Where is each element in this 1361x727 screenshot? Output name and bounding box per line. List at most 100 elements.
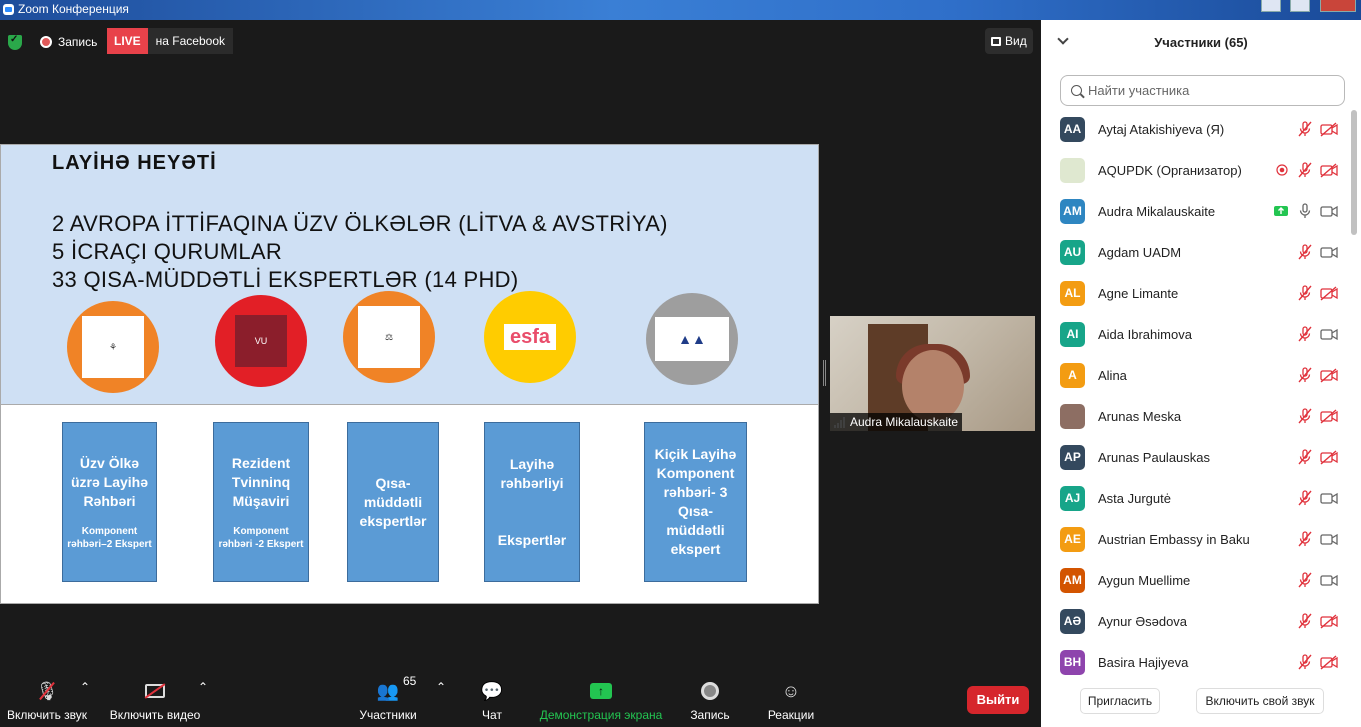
participant-row[interactable]: BH Basira Hajiyeva xyxy=(1041,642,1349,676)
slide-line: 5 İCRAÇI QURUMLAR xyxy=(52,239,283,264)
panel-scrollbar[interactable] xyxy=(1351,110,1357,235)
mic-muted-icon xyxy=(1297,613,1313,629)
participants-panel: Участники (65) Найти участника AA Aytaj A… xyxy=(1041,20,1361,727)
unmute-label: Включить звук xyxy=(6,708,88,722)
participant-avatar: AI xyxy=(1060,322,1085,347)
mic-muted-icon xyxy=(1297,121,1313,137)
video-icon xyxy=(1320,531,1338,547)
role-box: Layihə rəhbərliyi Ekspertlər xyxy=(484,422,580,582)
participant-avatar: AP xyxy=(1060,445,1085,470)
participant-row[interactable]: AI Aida Ibrahimova xyxy=(1041,314,1349,355)
split-resize-handle[interactable] xyxy=(823,360,826,386)
participant-row[interactable]: AU Agdam UADM xyxy=(1041,232,1349,273)
participant-avatar: AM xyxy=(1060,568,1085,593)
participant-avatar: AM xyxy=(1060,199,1085,224)
live-stream-indicator[interactable]: LIVE на Facebook xyxy=(107,28,234,54)
participant-row[interactable]: A Alina xyxy=(1041,355,1349,396)
participant-name: Asta Jurgutė xyxy=(1098,491,1171,506)
role-title: Üzv Ölkə üzrə Layihə Rəhbəri xyxy=(70,454,149,509)
reactions-label: Реакции xyxy=(767,708,815,722)
video-icon xyxy=(1320,203,1338,219)
audio-options-chevron-icon[interactable]: ⌃ xyxy=(80,680,90,694)
video-off-icon xyxy=(144,680,166,702)
participant-name: Aida Ibrahimova xyxy=(1098,327,1192,342)
mic-muted-icon: 🎙 xyxy=(36,680,59,702)
participant-avatar xyxy=(1060,404,1085,429)
slide-line: 2 AVROPA İTTİFAQINA ÜZV ÖLKƏLƏR (LİTVA &… xyxy=(52,211,668,236)
video-options-chevron-icon[interactable]: ⌃ xyxy=(198,680,208,694)
video-icon xyxy=(1320,490,1338,506)
maximize-button[interactable] xyxy=(1290,0,1310,12)
participant-name: Basira Hajiyeva xyxy=(1098,655,1189,670)
video-off-icon xyxy=(1320,654,1338,670)
video-off-icon xyxy=(1320,449,1338,465)
reactions-button[interactable]: ☺ Реакции xyxy=(766,680,816,723)
participant-name: Aynur Əsədova xyxy=(1098,614,1188,629)
video-off-icon xyxy=(1320,367,1338,383)
participants-label: Участники xyxy=(359,708,417,722)
slide-heading: LAYİHƏ HEYƏTİ xyxy=(52,152,217,174)
participants-icon: 👥 xyxy=(376,680,400,701)
role-title: Qısa-müddətli ekspertlər xyxy=(359,474,427,529)
role-box: Rezident Tvinninq Müşaviri Komponent rəh… xyxy=(213,422,309,582)
participant-row[interactable]: AM Aygun Muellime xyxy=(1041,560,1349,601)
invite-button[interactable]: Пригласить xyxy=(1080,688,1160,714)
participant-row[interactable]: AA Aytaj Atakishiyeva (Я) xyxy=(1041,109,1349,150)
panel-title: Участники (65) xyxy=(1154,35,1248,50)
participants-options-chevron-icon[interactable]: ⌃ xyxy=(436,680,446,694)
share-screen-label: Демонстрация экрана xyxy=(539,708,663,722)
participant-name: Alina xyxy=(1098,368,1127,383)
chat-button[interactable]: 💬 Чат xyxy=(478,680,506,723)
participant-row[interactable]: AƏ Aynur Əsədova xyxy=(1041,601,1349,642)
participant-avatar: AU xyxy=(1060,240,1085,265)
start-video-button[interactable]: Включить видео xyxy=(108,680,202,722)
video-off-icon xyxy=(1320,613,1338,629)
participant-row[interactable]: AM Audra Mikalauskaite xyxy=(1041,191,1349,232)
reactions-icon: ☺ xyxy=(781,680,801,701)
participant-row[interactable]: AL Agne Limante xyxy=(1041,273,1349,314)
participant-name: Aygun Muellime xyxy=(1098,573,1191,588)
share-screen-button[interactable]: ↑ Демонстрация экрана xyxy=(538,680,664,722)
mic-muted-icon xyxy=(1297,244,1313,260)
participant-row[interactable]: Arunas Meska xyxy=(1041,396,1349,437)
org-logo-3: ⚖ xyxy=(343,291,435,383)
participant-search-input[interactable]: Найти участника xyxy=(1060,75,1345,106)
participant-list: AA Aytaj Atakishiyeva (Я) AQUPDK (Организа… xyxy=(1041,109,1361,676)
role-title: Rezident Tvinninq Müşaviri xyxy=(231,454,291,509)
mic-muted-icon xyxy=(1297,162,1313,178)
mic-muted-icon xyxy=(1297,367,1313,383)
participant-row[interactable]: AE Austrian Embassy in Baku xyxy=(1041,519,1349,560)
participant-name: Austrian Embassy in Baku xyxy=(1098,532,1250,547)
role-sub: Komponent rəhbəri–2 Ekspert xyxy=(67,525,152,550)
mic-muted-icon xyxy=(1297,490,1313,506)
record-button[interactable]: Запись xyxy=(688,680,732,722)
participant-avatar: AA xyxy=(1060,117,1085,142)
participant-avatar: A xyxy=(1060,363,1085,388)
recording-indicator[interactable]: Запись xyxy=(40,35,97,49)
unmute-button[interactable]: 🎙 Включить звук xyxy=(5,680,89,723)
record-toolbar-label: Запись xyxy=(690,708,730,722)
participant-row[interactable]: AP Arunas Paulauskas xyxy=(1041,437,1349,478)
view-button[interactable]: Вид xyxy=(985,28,1033,54)
participants-count: 65 xyxy=(403,674,417,688)
participant-name: Agne Limante xyxy=(1098,286,1179,301)
participant-video-tile[interactable]: Audra Mikalauskaite xyxy=(830,316,1035,431)
unmute-self-button[interactable]: Включить свой звук xyxy=(1196,688,1324,714)
encryption-shield-icon[interactable] xyxy=(8,34,22,50)
participant-row[interactable]: AQUPDK (Организатор) xyxy=(1041,150,1349,191)
vilnius-university-logo: VU xyxy=(215,295,307,387)
mic-muted-icon xyxy=(1297,408,1313,424)
participant-row[interactable]: AJ Asta Jurgutė xyxy=(1041,478,1349,519)
video-icon xyxy=(1320,572,1338,588)
participant-avatar: AL xyxy=(1060,281,1085,306)
mic-muted-icon xyxy=(1297,449,1313,465)
leave-meeting-button[interactable]: Выйти xyxy=(967,686,1029,714)
close-window-button[interactable] xyxy=(1320,0,1356,12)
meeting-toolbar: 🎙 Включить звук ⌃ Включить видео ⌃ 👥 Уча… xyxy=(0,670,1041,727)
recording-icon xyxy=(1274,162,1290,178)
record-label: Запись xyxy=(58,35,98,49)
minimize-button[interactable] xyxy=(1261,0,1281,12)
chat-icon: 💬 xyxy=(480,680,504,701)
mic-muted-icon xyxy=(1297,654,1313,670)
chat-label: Чат xyxy=(482,708,502,722)
